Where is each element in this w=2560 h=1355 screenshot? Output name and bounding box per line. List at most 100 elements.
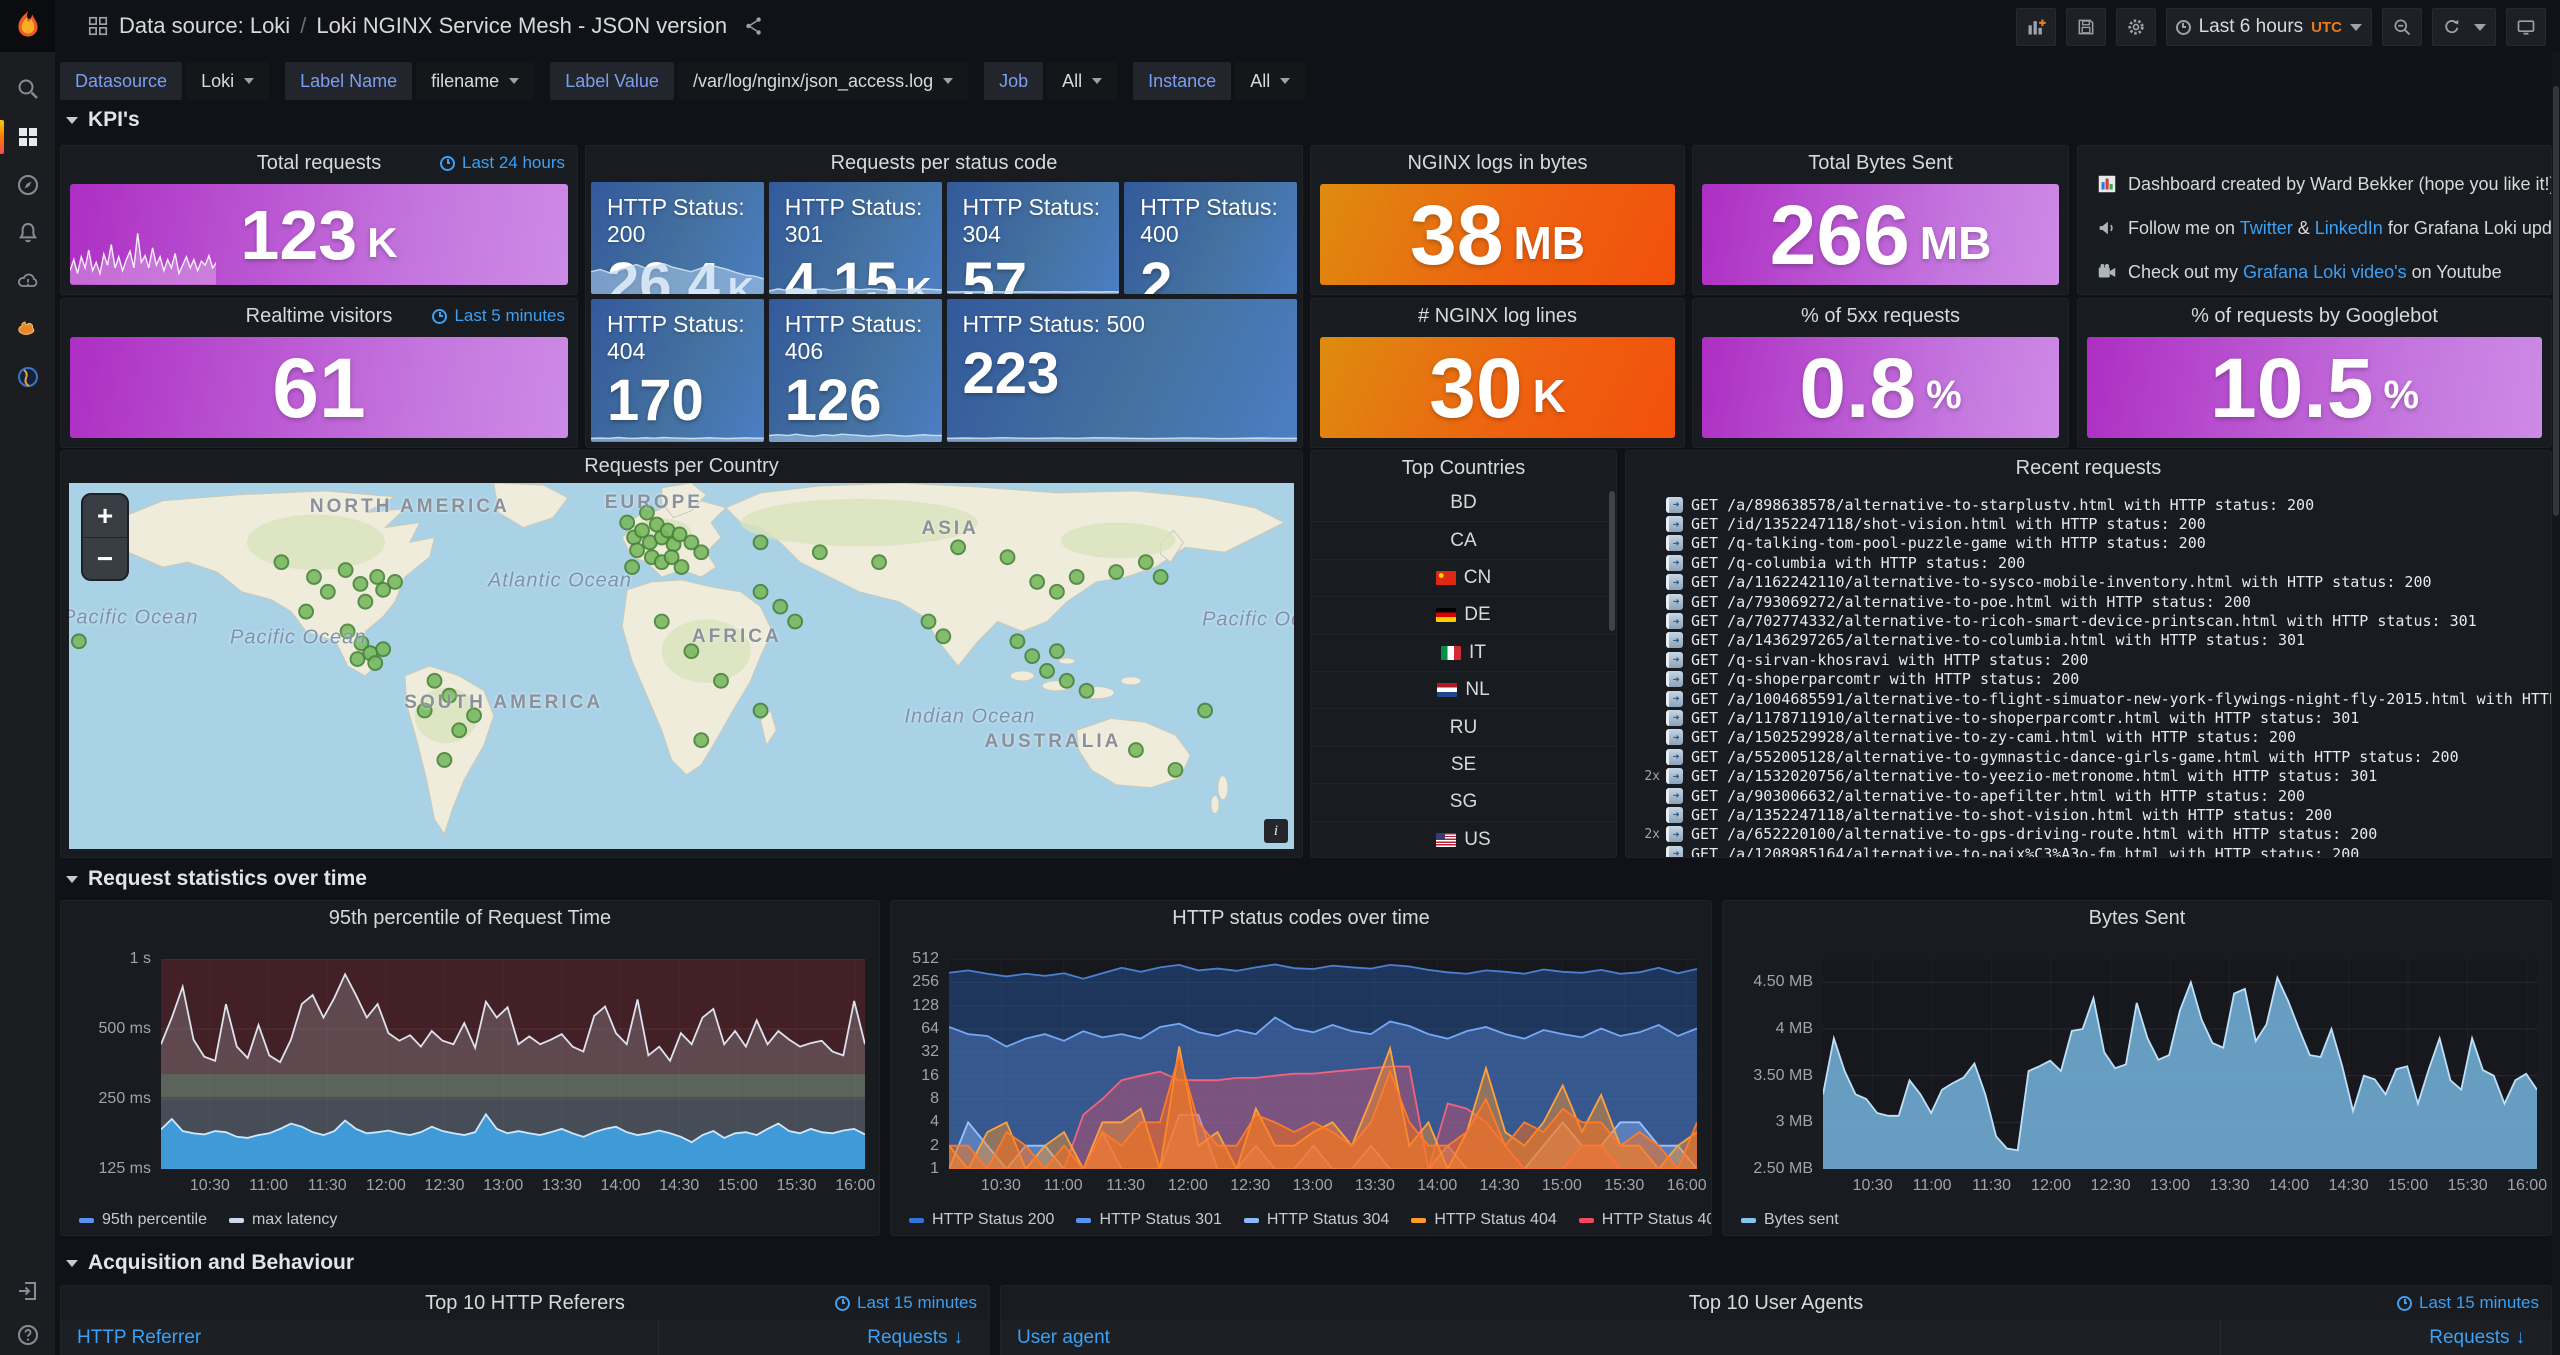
request-location-marker[interactable] bbox=[428, 674, 442, 688]
request-location-marker[interactable] bbox=[307, 570, 321, 584]
dashboards-icon[interactable] bbox=[0, 114, 55, 160]
variable-value-dropdown[interactable]: All bbox=[1235, 62, 1305, 100]
time-shortcut-link[interactable]: Last 15 minutes bbox=[835, 1286, 977, 1320]
scrollbar-thumb[interactable] bbox=[2553, 86, 2559, 516]
request-location-marker[interactable] bbox=[1050, 644, 1064, 658]
request-location-marker[interactable] bbox=[1030, 575, 1044, 589]
request-location-marker[interactable] bbox=[1109, 565, 1123, 579]
panel-title[interactable]: Requests per status code bbox=[586, 146, 1302, 180]
time-shortcut-link[interactable]: Last 5 minutes bbox=[432, 299, 565, 333]
refresh-button[interactable] bbox=[2432, 8, 2496, 46]
request-location-marker[interactable] bbox=[620, 516, 634, 530]
request-location-marker[interactable] bbox=[351, 652, 365, 666]
request-location-marker[interactable] bbox=[694, 545, 708, 559]
map-zoom-in-button[interactable]: + bbox=[83, 495, 127, 537]
help-icon[interactable] bbox=[0, 1312, 55, 1355]
request-location-marker[interactable] bbox=[368, 656, 382, 670]
request-location-marker[interactable] bbox=[1139, 555, 1153, 569]
panel-title[interactable]: NGINX logs in bytes bbox=[1311, 146, 1684, 180]
world-map[interactable]: + − i NORTH AMERICAEUROPEASIAAFRICASOUTH… bbox=[69, 483, 1294, 849]
map-zoom-out-button[interactable]: − bbox=[83, 537, 127, 579]
section-acquisition[interactable]: Acquisition and Behaviour bbox=[66, 1251, 354, 1275]
panel-title[interactable]: Bytes Sent bbox=[1723, 901, 2551, 935]
request-location-marker[interactable] bbox=[1025, 649, 1039, 663]
info-link[interactable]: Grafana Loki video's bbox=[2243, 262, 2407, 282]
add-panel-button[interactable] bbox=[2016, 8, 2056, 46]
request-location-marker[interactable] bbox=[630, 543, 644, 557]
request-location-marker[interactable] bbox=[1169, 763, 1183, 777]
request-location-marker[interactable] bbox=[872, 555, 886, 569]
request-location-marker[interactable] bbox=[754, 704, 768, 718]
panel-title[interactable]: Requests per Country bbox=[61, 451, 1302, 481]
variable-value-dropdown[interactable]: filename bbox=[416, 62, 534, 100]
explore-compass-icon[interactable] bbox=[0, 162, 55, 208]
request-location-marker[interactable] bbox=[370, 570, 384, 584]
variable-value-dropdown[interactable]: /var/log/nginx/json_access.log bbox=[678, 62, 968, 100]
request-location-marker[interactable] bbox=[1060, 674, 1074, 688]
request-location-marker[interactable] bbox=[354, 577, 368, 591]
variable-value-dropdown[interactable]: All bbox=[1047, 62, 1117, 100]
column-header-user-agent[interactable]: User agent bbox=[1001, 1320, 2221, 1355]
request-location-marker[interactable] bbox=[694, 733, 708, 747]
section-kpis[interactable]: KPI's bbox=[66, 108, 140, 132]
legend-item[interactable]: HTTP Status 404 bbox=[1411, 1211, 1556, 1229]
panel-title[interactable]: Total Bytes Sent bbox=[1693, 146, 2068, 180]
legend-item[interactable]: 95th percentile bbox=[79, 1211, 207, 1229]
panel-title[interactable]: Top Countries bbox=[1311, 451, 1616, 485]
request-location-marker[interactable] bbox=[1080, 684, 1094, 698]
request-location-marker[interactable] bbox=[1010, 634, 1024, 648]
time-shortcut-link[interactable]: Last 15 minutes bbox=[2397, 1286, 2539, 1320]
grafana-logo[interactable] bbox=[0, 0, 55, 52]
sign-in-icon[interactable] bbox=[0, 1268, 55, 1314]
loki-plugin-icon[interactable] bbox=[0, 306, 55, 352]
request-location-marker[interactable] bbox=[936, 629, 950, 643]
zoom-out-time-button[interactable] bbox=[2382, 8, 2422, 46]
request-location-marker[interactable] bbox=[754, 535, 768, 549]
legend-item[interactable]: Bytes sent bbox=[1741, 1211, 1839, 1229]
request-location-marker[interactable] bbox=[773, 600, 787, 614]
request-location-marker[interactable] bbox=[714, 674, 728, 688]
info-link[interactable]: LinkedIn bbox=[2315, 218, 2383, 238]
dashboard-settings-button[interactable] bbox=[2116, 8, 2156, 46]
request-location-marker[interactable] bbox=[1050, 585, 1064, 599]
request-location-marker[interactable] bbox=[1040, 664, 1054, 678]
request-location-marker[interactable] bbox=[675, 560, 689, 574]
share-icon[interactable] bbox=[743, 15, 765, 37]
request-location-marker[interactable] bbox=[358, 595, 372, 609]
breadcrumb-dashboard-title[interactable]: Loki NGINX Service Mesh - JSON version bbox=[316, 13, 727, 39]
request-location-marker[interactable] bbox=[951, 540, 965, 554]
request-location-marker[interactable] bbox=[388, 575, 402, 589]
panel-title[interactable]: # NGINX log lines bbox=[1311, 299, 1684, 333]
request-location-marker[interactable] bbox=[1154, 570, 1168, 584]
request-location-marker[interactable] bbox=[1129, 743, 1143, 757]
panel-title[interactable]: % of requests by Googlebot bbox=[2078, 299, 2551, 333]
section-request-stats[interactable]: Request statistics over time bbox=[66, 867, 367, 891]
request-location-marker[interactable] bbox=[339, 563, 353, 577]
request-location-marker[interactable] bbox=[813, 545, 827, 559]
world-plugin-icon[interactable] bbox=[0, 354, 55, 400]
variable-value-dropdown[interactable]: Loki bbox=[186, 62, 269, 100]
legend-item[interactable]: HTTP Status 406 bbox=[1579, 1211, 1712, 1229]
legend-item[interactable]: HTTP Status 200 bbox=[909, 1211, 1054, 1229]
column-header-requests[interactable]: Requests↓ bbox=[2221, 1327, 2551, 1349]
search-icon[interactable] bbox=[0, 66, 55, 112]
legend-item[interactable]: HTTP Status 301 bbox=[1076, 1211, 1221, 1229]
request-location-marker[interactable] bbox=[299, 605, 313, 619]
column-header-requests[interactable]: Requests↓ bbox=[659, 1327, 989, 1349]
column-header-referrer[interactable]: HTTP Referrer bbox=[61, 1320, 659, 1355]
request-location-marker[interactable] bbox=[437, 753, 451, 767]
request-location-marker[interactable] bbox=[1070, 570, 1084, 584]
panel-title[interactable]: Recent requests bbox=[1626, 451, 2551, 485]
page-scrollbar[interactable] bbox=[2552, 52, 2560, 1355]
legend-item[interactable]: max latency bbox=[229, 1211, 337, 1229]
info-link[interactable]: Twitter bbox=[2240, 218, 2293, 238]
cloud-alert-icon[interactable] bbox=[0, 258, 55, 304]
request-location-marker[interactable] bbox=[788, 615, 802, 629]
legend-item[interactable]: HTTP Status 304 bbox=[1244, 1211, 1389, 1229]
request-location-marker[interactable] bbox=[274, 555, 288, 569]
request-location-marker[interactable] bbox=[452, 723, 466, 737]
panel-title[interactable]: 95th percentile of Request Time bbox=[61, 901, 879, 935]
alerting-bell-icon[interactable] bbox=[0, 210, 55, 256]
panel-title[interactable]: % of 5xx requests bbox=[1693, 299, 2068, 333]
request-location-marker[interactable] bbox=[376, 642, 390, 656]
